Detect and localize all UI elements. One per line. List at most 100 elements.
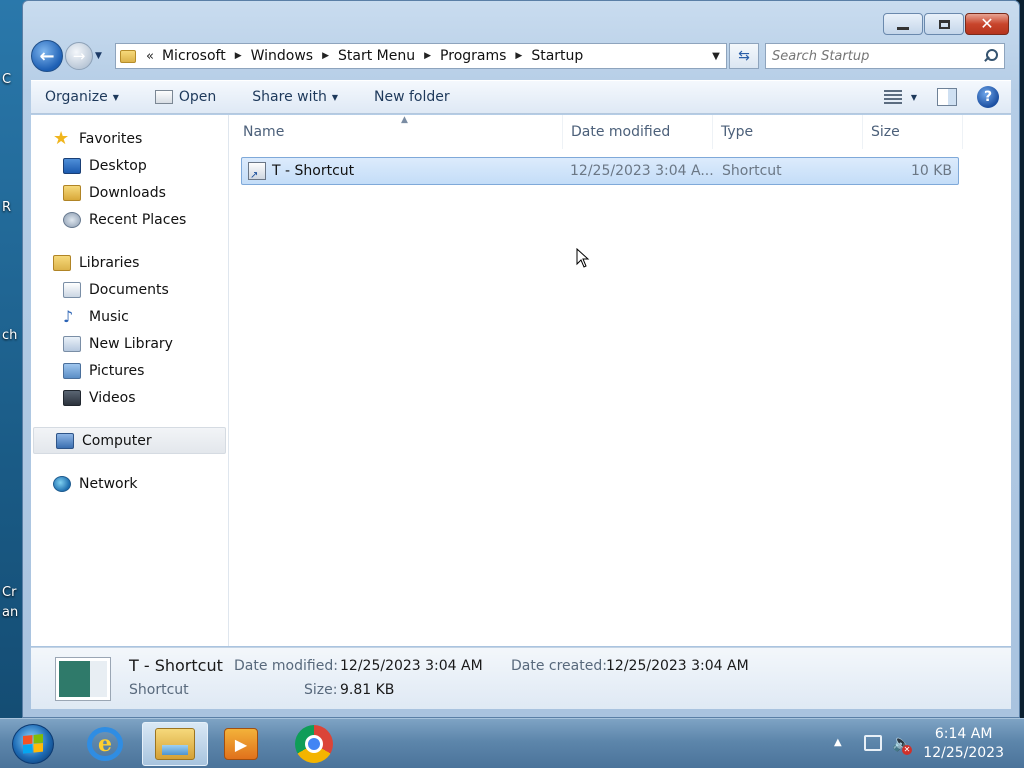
- sidebar-item-pictures[interactable]: Pictures: [31, 357, 228, 384]
- column-header-size[interactable]: Size: [863, 115, 963, 149]
- sidebar-item-documents[interactable]: Documents: [31, 276, 228, 303]
- breadcrumb-arrow-icon[interactable]: ▶: [424, 51, 431, 61]
- navigation-pane: ★ Favorites Desktop Downloads Recent Plac…: [31, 115, 229, 646]
- close-button[interactable]: ✕: [965, 13, 1009, 35]
- share-with-menu[interactable]: Share with ▼: [252, 89, 338, 105]
- change-view-button[interactable]: ▼: [883, 90, 917, 104]
- file-type: Shortcut: [722, 163, 782, 179]
- refresh-button[interactable]: ⇆: [729, 43, 759, 69]
- details-size-label: Size:: [304, 682, 338, 698]
- forward-button[interactable]: →: [65, 42, 93, 70]
- sidebar-item-videos[interactable]: Videos: [31, 384, 228, 411]
- network-group: Network: [31, 470, 228, 497]
- sidebar-item-downloads[interactable]: Downloads: [31, 179, 228, 206]
- organize-label: Organize: [45, 89, 108, 105]
- search-input[interactable]: [772, 48, 982, 64]
- sidebar-item-network[interactable]: Network: [31, 470, 228, 497]
- breadcrumb-arrow-icon[interactable]: ▶: [322, 51, 329, 61]
- taskbar-internet-explorer[interactable]: e: [72, 722, 138, 766]
- column-header-name[interactable]: Name: [229, 115, 563, 149]
- new-folder-label: New folder: [374, 89, 450, 105]
- views-icon: [883, 90, 902, 104]
- column-headers: ▲ Name Date modified Type Size: [229, 115, 1011, 149]
- sidebar-item-computer[interactable]: Computer: [33, 427, 226, 454]
- show-hidden-icons-button[interactable]: ▲: [834, 737, 842, 748]
- sidebar-item-label: Network: [79, 475, 138, 492]
- sidebar-item-desktop[interactable]: Desktop: [31, 152, 228, 179]
- refresh-icon: ⇆: [738, 48, 750, 64]
- recent-places-icon: [63, 211, 81, 228]
- recent-pages-dropdown[interactable]: ▼: [95, 51, 109, 61]
- taskbar-media-player[interactable]: ▶: [208, 722, 274, 766]
- file-thumbnail: [55, 657, 111, 701]
- maximize-button[interactable]: [924, 13, 964, 35]
- network-tray-icon[interactable]: [864, 735, 882, 751]
- libraries-group: Libraries Documents ♪ Music New Library P…: [31, 249, 228, 411]
- sidebar-item-label: Libraries: [79, 254, 140, 271]
- back-button[interactable]: ←: [31, 40, 63, 72]
- documents-icon: [63, 281, 81, 298]
- details-date-modified-value: 12/25/2023 3:04 AM: [340, 658, 483, 674]
- breadcrumb-start-menu[interactable]: Start Menu: [338, 48, 415, 64]
- new-folder-button[interactable]: New folder: [374, 89, 450, 105]
- column-header-type[interactable]: Type: [713, 115, 863, 149]
- close-icon: ✕: [980, 14, 994, 33]
- sidebar-item-favorites[interactable]: ★ Favorites: [31, 125, 228, 152]
- minimize-icon: [897, 26, 909, 30]
- sidebar-item-music[interactable]: ♪ Music: [31, 303, 228, 330]
- file-row[interactable]: T - Shortcut 12/25/2023 3:04 A... Shortc…: [241, 157, 959, 185]
- minimize-button[interactable]: [883, 13, 923, 35]
- windows-explorer-icon: [155, 728, 195, 760]
- clock-time: 6:14 AM: [934, 726, 993, 742]
- pictures-icon: [63, 362, 81, 379]
- details-title: T - Shortcut: [129, 656, 223, 675]
- search-icon[interactable]: [982, 48, 998, 64]
- address-dropdown-icon[interactable]: ▼: [706, 51, 726, 62]
- media-player-icon: ▶: [224, 728, 258, 760]
- taskbar: e ▶ ▲ 🔈 ✕ 6:14 AM 12/25/2023: [0, 718, 1024, 768]
- command-bar: Organize ▼ Open Share with ▼ New folder ▼ …: [31, 80, 1011, 114]
- breadcrumb-arrow-icon[interactable]: ▶: [235, 51, 242, 61]
- search-box[interactable]: [765, 43, 1005, 69]
- system-clock[interactable]: 6:14 AM 12/25/2023: [923, 725, 1004, 763]
- start-button[interactable]: [12, 724, 54, 764]
- windows-logo-icon: [23, 733, 43, 755]
- breadcrumb-overflow[interactable]: «: [146, 49, 154, 64]
- desktop-text-fragment: ch: [2, 328, 18, 343]
- open-button[interactable]: Open: [154, 89, 216, 105]
- help-icon: ?: [983, 89, 993, 105]
- sidebar-item-libraries[interactable]: Libraries: [31, 249, 228, 276]
- breadcrumb-programs[interactable]: Programs: [440, 48, 506, 64]
- sort-arrow-icon: ▲: [401, 115, 408, 125]
- sidebar-item-recent-places[interactable]: Recent Places: [31, 206, 228, 233]
- taskbar-windows-explorer[interactable]: [142, 722, 208, 766]
- chevron-down-icon: ▼: [112, 92, 119, 102]
- shortcut-icon: [248, 162, 266, 181]
- library-icon: [63, 335, 81, 352]
- breadcrumb-windows[interactable]: Windows: [251, 48, 314, 64]
- sidebar-item-label: Videos: [89, 389, 136, 406]
- forward-arrow-icon: →: [72, 47, 86, 65]
- computer-icon: [56, 432, 74, 449]
- address-bar[interactable]: « Microsoft ▶ Windows ▶ Start Menu ▶ Pro…: [115, 43, 727, 69]
- help-button[interactable]: ?: [977, 86, 999, 108]
- breadcrumb-startup[interactable]: Startup: [531, 48, 583, 64]
- sidebar-item-label: Music: [89, 308, 129, 325]
- details-type: Shortcut: [129, 682, 189, 698]
- preview-pane-button[interactable]: [937, 88, 957, 106]
- organize-menu[interactable]: Organize ▼: [45, 89, 119, 105]
- sidebar-item-new-library[interactable]: New Library: [31, 330, 228, 357]
- share-with-label: Share with: [252, 89, 327, 105]
- breadcrumb-microsoft[interactable]: Microsoft: [162, 48, 226, 64]
- file-list: ▲ Name Date modified Type Size T - Short…: [229, 115, 1011, 646]
- desktop-text-fragment: Cr: [2, 585, 17, 600]
- videos-icon: [63, 389, 81, 406]
- column-header-date-modified[interactable]: Date modified: [563, 115, 713, 149]
- breadcrumb-arrow-icon[interactable]: ▶: [515, 51, 522, 61]
- computer-group: Computer: [31, 427, 228, 454]
- taskbar-chrome[interactable]: [281, 722, 347, 766]
- content-area: ★ Favorites Desktop Downloads Recent Plac…: [31, 115, 1011, 646]
- libraries-icon: [53, 254, 71, 271]
- muted-indicator-icon: ✕: [902, 745, 912, 755]
- favorites-group: ★ Favorites Desktop Downloads Recent Plac…: [31, 125, 228, 233]
